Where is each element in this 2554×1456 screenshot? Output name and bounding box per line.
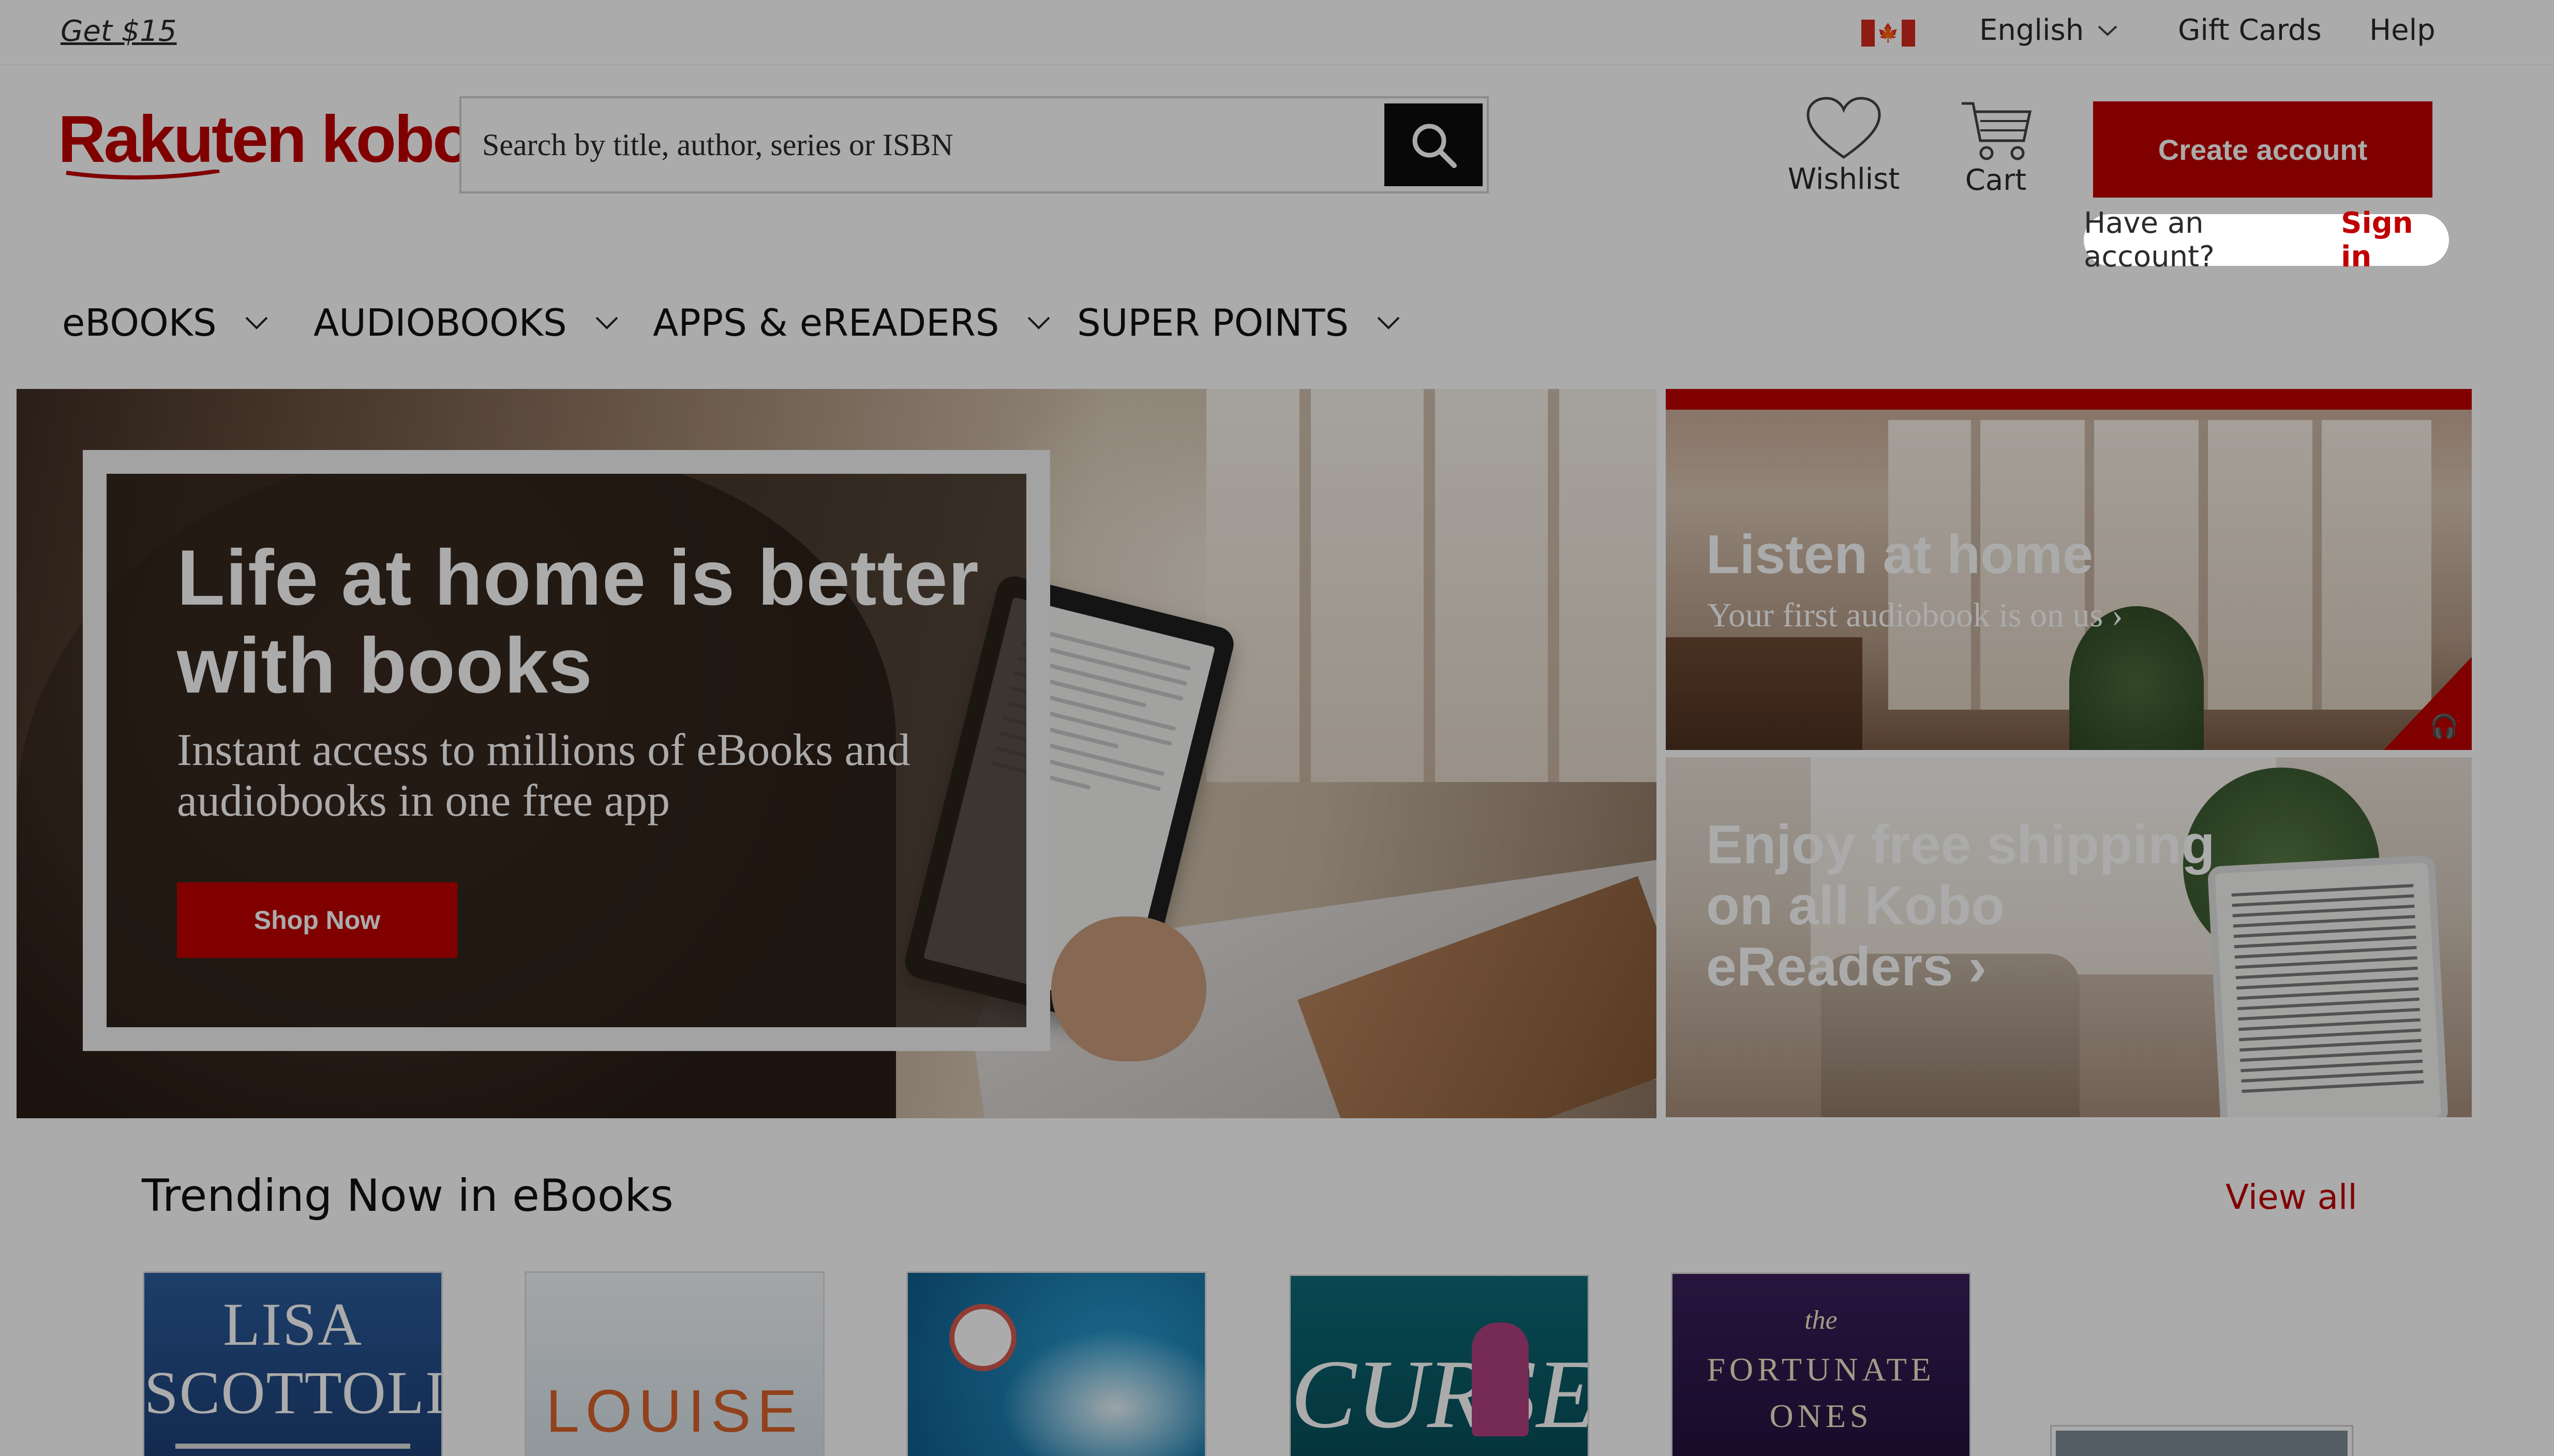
nav-item-apps-ereaders[interactable]: APPS & eREADERS bbox=[653, 301, 1051, 344]
promo-top-strip bbox=[1666, 389, 2472, 410]
nav-item-ebooks[interactable]: eBOOKS bbox=[62, 301, 268, 344]
logo-swoosh-icon bbox=[66, 170, 220, 180]
trending-section-title: Trending Now in eBooks bbox=[142, 1170, 674, 1222]
wishlist-label: Wishlist bbox=[1787, 162, 1900, 196]
sign-in-link[interactable]: Sign in bbox=[2341, 206, 2449, 274]
kobo-ereader-image bbox=[2207, 854, 2449, 1117]
search-button[interactable] bbox=[1384, 103, 1483, 186]
main-navigation: eBOOKS AUDIOBOOKS APPS & eREADERS SUPER … bbox=[0, 290, 2554, 357]
hero-banner[interactable]: Life at home is better with books Instan… bbox=[17, 389, 1656, 1118]
book-cover-figure bbox=[1472, 1323, 1529, 1436]
chevron-down-icon bbox=[595, 317, 618, 329]
help-link[interactable]: Help bbox=[2369, 13, 2436, 47]
sign-in-prompt: Have an account? Sign in bbox=[2084, 206, 2449, 274]
promo-background-shelf bbox=[1666, 637, 1862, 750]
search-bar bbox=[459, 96, 1489, 193]
language-label: English bbox=[1979, 13, 2084, 47]
view-all-link[interactable]: View all bbox=[2226, 1177, 2357, 1217]
book-cover-text: LOUISE bbox=[546, 1377, 803, 1445]
book-cover-text: LISA SCOTTOLINE bbox=[144, 1290, 441, 1427]
search-input[interactable] bbox=[482, 98, 1362, 191]
chevron-down-icon bbox=[1377, 317, 1400, 329]
rakuten-kobo-logo[interactable]: Rakuten kobo bbox=[58, 107, 473, 180]
book-cover[interactable]: LOUISE bbox=[525, 1271, 825, 1456]
book-cover-text: CURSES bbox=[1291, 1340, 1588, 1449]
hero-title: Life at home is better with books bbox=[177, 534, 979, 710]
promo-free-shipping[interactable]: Enjoy free shipping on all Kobo eReaders… bbox=[1666, 757, 2472, 1117]
hero-background-hand bbox=[1051, 917, 1206, 1061]
book-cover[interactable] bbox=[906, 1271, 1206, 1456]
get-15-promo-link[interactable]: Get $15 bbox=[61, 14, 177, 48]
search-icon bbox=[1412, 124, 1457, 168]
top-utility-bar: Get $15 🍁 English Gift Cards Help bbox=[0, 0, 2554, 65]
book-cover-text: FORTUNATE ONES bbox=[1707, 1351, 1935, 1434]
promo-listen-title: Listen at home bbox=[1706, 524, 2094, 585]
gift-cards-link[interactable]: Gift Cards bbox=[2178, 13, 2322, 47]
promo-listen-subtitle: Your first audiobook is on us › bbox=[1707, 596, 2123, 634]
promo-shipping-title: Enjoy free shipping on all Kobo eReaders… bbox=[1706, 814, 2215, 997]
cart-button[interactable]: Cart bbox=[1949, 99, 2042, 197]
shop-now-button[interactable]: Shop Now bbox=[177, 882, 457, 958]
hero-subtitle: Instant access to millions of eBooks and… bbox=[177, 725, 910, 826]
book-cover[interactable]: the FORTUNATE ONES bbox=[1671, 1272, 1971, 1456]
promo-listen-at-home[interactable]: 🎧 Listen at home Your first audiobook is… bbox=[1666, 389, 2472, 750]
cart-icon bbox=[1962, 102, 2032, 160]
have-account-label: Have an account? bbox=[2084, 206, 2215, 274]
headphones-icon: 🎧 bbox=[2430, 713, 2458, 740]
nav-item-audiobooks[interactable]: AUDIOBOOKS bbox=[313, 301, 619, 344]
wishlist-button[interactable]: Wishlist bbox=[1787, 96, 1901, 196]
chevron-down-icon bbox=[245, 317, 268, 329]
chevron-down-icon bbox=[1028, 317, 1050, 329]
award-seal-icon bbox=[949, 1304, 1017, 1371]
hero-background-window bbox=[1206, 389, 1656, 782]
book-cover[interactable]: CURSES bbox=[1289, 1274, 1589, 1456]
create-account-button[interactable]: Create account bbox=[2093, 101, 2432, 198]
book-cover[interactable]: LISA SCOTTOLINE bbox=[143, 1271, 443, 1456]
chevron-down-icon bbox=[2098, 25, 2117, 36]
nav-item-super-points[interactable]: SUPER POINTS bbox=[1077, 301, 1400, 344]
cart-label: Cart bbox=[1965, 163, 2027, 197]
language-selector[interactable]: English bbox=[1979, 13, 2118, 47]
canada-flag-icon[interactable]: 🍁 bbox=[1861, 20, 1915, 47]
book-cover-text-top: the bbox=[1804, 1305, 1838, 1335]
book-cover[interactable] bbox=[2050, 1425, 2353, 1456]
heart-icon bbox=[1806, 97, 1881, 159]
